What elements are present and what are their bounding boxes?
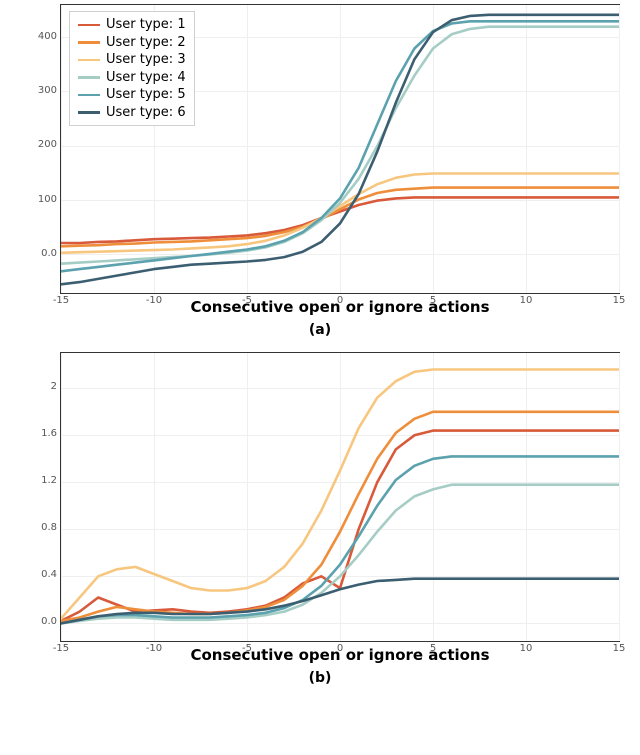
legend-swatch	[78, 76, 100, 79]
legend-swatch	[78, 41, 100, 44]
ytick: 200	[38, 139, 57, 150]
legend-swatch	[78, 94, 100, 97]
legend-label: User type: 5	[106, 86, 186, 104]
ytick: 100	[38, 194, 57, 205]
plot-area-b: -15-10-50510150.00.40.81.21.62	[60, 352, 620, 642]
caption-b: (b)	[0, 670, 640, 686]
ytick: 1.2	[41, 475, 57, 486]
series-line	[61, 485, 619, 624]
xtick: 0	[330, 643, 350, 654]
legend-label: User type: 6	[106, 104, 186, 122]
series-line	[61, 370, 619, 619]
ytick: 2	[51, 381, 57, 392]
xtick: 5	[423, 295, 443, 306]
series-line	[61, 456, 619, 623]
legend-item: User type: 6	[78, 104, 186, 122]
legend-swatch	[78, 111, 100, 114]
xtick: -10	[144, 643, 164, 654]
legend-item: User type: 5	[78, 86, 186, 104]
xtick: -5	[237, 295, 257, 306]
xtick: 10	[516, 295, 536, 306]
ytick: 400	[38, 31, 57, 42]
caption-a: (a)	[0, 322, 640, 338]
ytick: 0.0	[41, 616, 57, 627]
ytick: 0.0	[41, 248, 57, 259]
ytick: 1.6	[41, 428, 57, 439]
legend-swatch	[78, 24, 100, 27]
panel-b: Model score (masked units) -15-10-505101…	[0, 352, 640, 664]
ytick: 0.8	[41, 522, 57, 533]
ytick: 0.4	[41, 569, 57, 580]
legend-item: User type: 1	[78, 16, 186, 34]
xtick: -15	[51, 643, 71, 654]
xtick: -10	[144, 295, 164, 306]
xtick: 15	[609, 643, 629, 654]
plot-area-a: -15-10-50510150.0100200300400User type: …	[60, 4, 620, 294]
legend-item: User type: 2	[78, 34, 186, 52]
series-line	[61, 431, 619, 621]
xtick: 0	[330, 295, 350, 306]
panel-a: Empirical adjustment factor (%) -15-10-5…	[0, 4, 640, 316]
xtick: 10	[516, 643, 536, 654]
legend-swatch	[78, 59, 100, 62]
legend: User type: 1User type: 2User type: 3User…	[69, 11, 195, 126]
line-layer	[61, 353, 619, 641]
xtick: -15	[51, 295, 71, 306]
xtick: -5	[237, 643, 257, 654]
legend-label: User type: 1	[106, 16, 186, 34]
legend-label: User type: 2	[106, 34, 186, 52]
legend-label: User type: 4	[106, 69, 186, 87]
legend-label: User type: 3	[106, 51, 186, 69]
ytick: 300	[38, 85, 57, 96]
xtick: 15	[609, 295, 629, 306]
legend-item: User type: 3	[78, 51, 186, 69]
figure: Empirical adjustment factor (%) -15-10-5…	[0, 0, 640, 710]
legend-item: User type: 4	[78, 69, 186, 87]
xtick: 5	[423, 643, 443, 654]
